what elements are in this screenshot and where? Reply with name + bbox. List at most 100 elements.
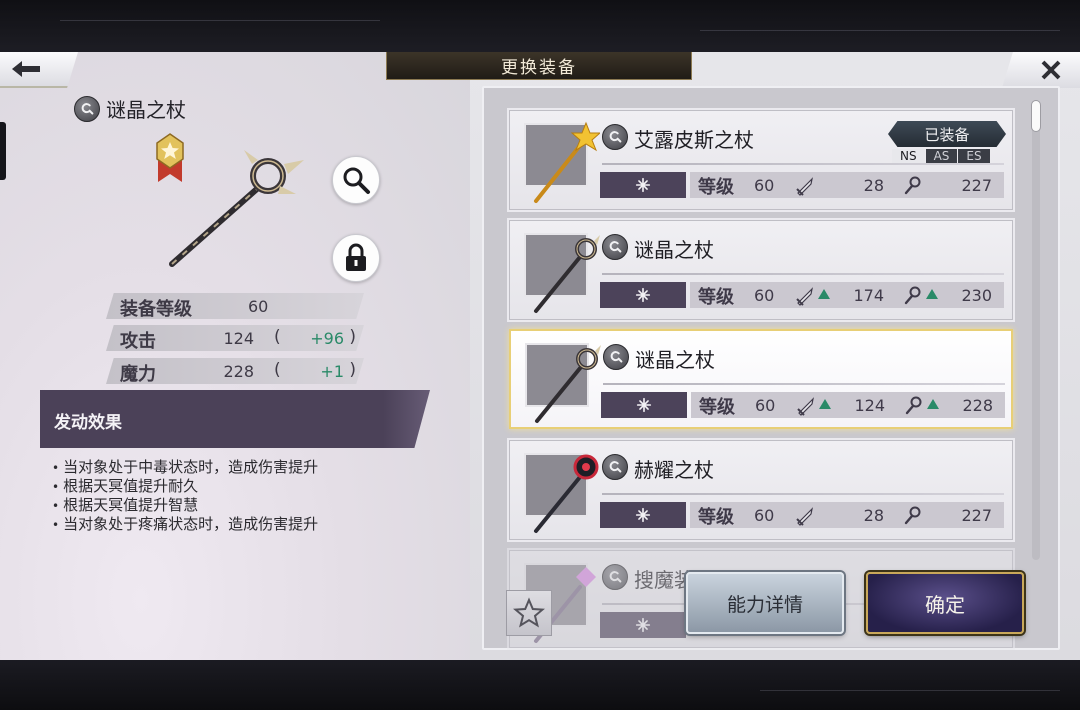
- side-tab[interactable]: [0, 122, 6, 180]
- item-name: 谜晶之杖: [634, 238, 714, 262]
- item-thumbnail: [524, 233, 600, 313]
- attack-value: 28: [863, 176, 884, 195]
- paren-close: ): [349, 327, 356, 347]
- item-name: 谜晶之杖: [106, 98, 186, 122]
- divider: [602, 163, 1004, 165]
- magic-value: 228: [962, 396, 993, 415]
- stat-label: 攻击: [120, 331, 156, 352]
- back-arrow-icon: [12, 61, 40, 77]
- equipment-card[interactable]: 赫耀之杖 等级 60 28 227: [509, 440, 1013, 540]
- star-icon: [513, 597, 545, 628]
- close-button[interactable]: [1002, 52, 1080, 88]
- close-icon: [1041, 60, 1061, 80]
- element-slot: [600, 172, 686, 198]
- top-band: [0, 0, 1080, 52]
- slot-tag: ES: [958, 149, 990, 164]
- divider: [603, 383, 1005, 385]
- magic-value: 230: [961, 286, 992, 305]
- staff-icon: [903, 395, 925, 417]
- effect-list: 当对象处于中毒状态时，造成伤害提升 根据天冥值提升耐久 根据天冥值提升智慧 当对…: [52, 458, 318, 534]
- divider: [602, 493, 1004, 495]
- lock-button[interactable]: [332, 234, 380, 282]
- item-header: 谜晶之杖: [74, 94, 186, 123]
- list-scroll-thumb[interactable]: [1031, 100, 1041, 132]
- stat-diff: +1: [320, 362, 344, 381]
- favorite-button[interactable]: [506, 590, 552, 636]
- level-label: 等级: [698, 287, 734, 308]
- stat-label: 装备等级: [120, 299, 192, 320]
- level-value: 60: [755, 396, 776, 415]
- attack-value: 28: [863, 506, 884, 525]
- staff-icon: [902, 285, 924, 307]
- sparkle-icon: [634, 286, 652, 304]
- staff-artwork: [534, 121, 600, 203]
- item-name: 赫耀之杖: [634, 458, 714, 482]
- staff-icon: [902, 505, 924, 527]
- sword-icon: [795, 395, 817, 417]
- weapon-type-icon: [603, 344, 629, 370]
- slot-tag: NS: [892, 149, 925, 164]
- stat-label: 魔力: [120, 364, 156, 385]
- equipped-badge: 已装备: [888, 121, 1006, 147]
- confirm-button[interactable]: 确定: [866, 572, 1024, 634]
- staff-artwork: [535, 345, 601, 423]
- attack-value: 124: [854, 396, 885, 415]
- decor-line: [700, 30, 1060, 31]
- stat-value: 60: [248, 297, 269, 316]
- staff-icon: [902, 175, 924, 197]
- sword-icon: [794, 285, 816, 307]
- weapon-type-icon: [602, 564, 628, 590]
- sword-icon: [794, 505, 816, 527]
- up-arrow-icon: [819, 399, 831, 409]
- back-button[interactable]: [0, 52, 78, 88]
- equipment-card-selected[interactable]: 谜晶之杖 等级 60 124 228: [509, 329, 1013, 429]
- ability-details-button[interactable]: 能力详情: [686, 572, 844, 634]
- stat-row-magic: 魔力 228 ( +1 ): [106, 358, 364, 385]
- item-name: 艾露皮斯之杖: [634, 128, 754, 152]
- effect-item: 当对象处于疼痛状态时，造成伤害提升: [52, 515, 318, 534]
- element-slot: [600, 502, 686, 528]
- item-name: 谜晶之杖: [635, 348, 715, 372]
- equipment-card[interactable]: 谜晶之杖 等级 60 174 230: [509, 220, 1013, 320]
- slot-tag: AS: [925, 149, 958, 164]
- stat-row-attack: 攻击 124 ( +96 ): [106, 325, 364, 352]
- level-value: 60: [754, 506, 775, 525]
- equipment-card[interactable]: 艾露皮斯之杖 已装备 NS AS ES 等级 60 28 227: [509, 110, 1013, 210]
- divider: [602, 273, 1004, 275]
- element-slot: [600, 612, 686, 638]
- screen-title: 更换装备: [386, 52, 692, 80]
- effect-item: 当对象处于中毒状态时，造成伤害提升: [52, 458, 318, 477]
- staff-artwork: [534, 235, 600, 313]
- staff-artwork: [169, 150, 304, 267]
- slot-tags: NS AS ES: [892, 149, 991, 164]
- paren-open: (: [274, 327, 281, 347]
- inspect-button[interactable]: [332, 156, 380, 204]
- level-value: 60: [754, 286, 775, 305]
- item-thumbnail: [525, 343, 601, 423]
- sparkle-icon: [634, 176, 652, 194]
- decor-line: [60, 20, 380, 21]
- item-thumbnail: [524, 121, 600, 203]
- magic-value: 227: [961, 506, 992, 525]
- level-label: 等级: [698, 177, 734, 198]
- level-label: 等级: [699, 397, 735, 418]
- element-slot: [600, 282, 686, 308]
- weapon-type-icon: [602, 454, 628, 480]
- level-label: 等级: [698, 507, 734, 528]
- effect-item: 根据天冥值提升耐久: [52, 477, 318, 496]
- element-slot: [601, 392, 687, 418]
- bottom-band: [0, 660, 1080, 710]
- sparkle-icon: [634, 506, 652, 524]
- list-scrollbar[interactable]: [1032, 100, 1040, 560]
- decor-line: [760, 690, 1060, 691]
- stat-row-level: 装备等级 60: [106, 293, 364, 320]
- item-thumbnail: [524, 453, 599, 533]
- paren-close: ): [349, 360, 356, 380]
- weapon-type-icon: [602, 124, 628, 150]
- item-detail-pane: [0, 52, 470, 660]
- stat-value: 228: [223, 362, 254, 381]
- sword-icon: [794, 175, 816, 197]
- effect-item: 根据天冥值提升智慧: [52, 496, 318, 515]
- weapon-type-icon: [602, 234, 628, 260]
- level-value: 60: [754, 176, 775, 195]
